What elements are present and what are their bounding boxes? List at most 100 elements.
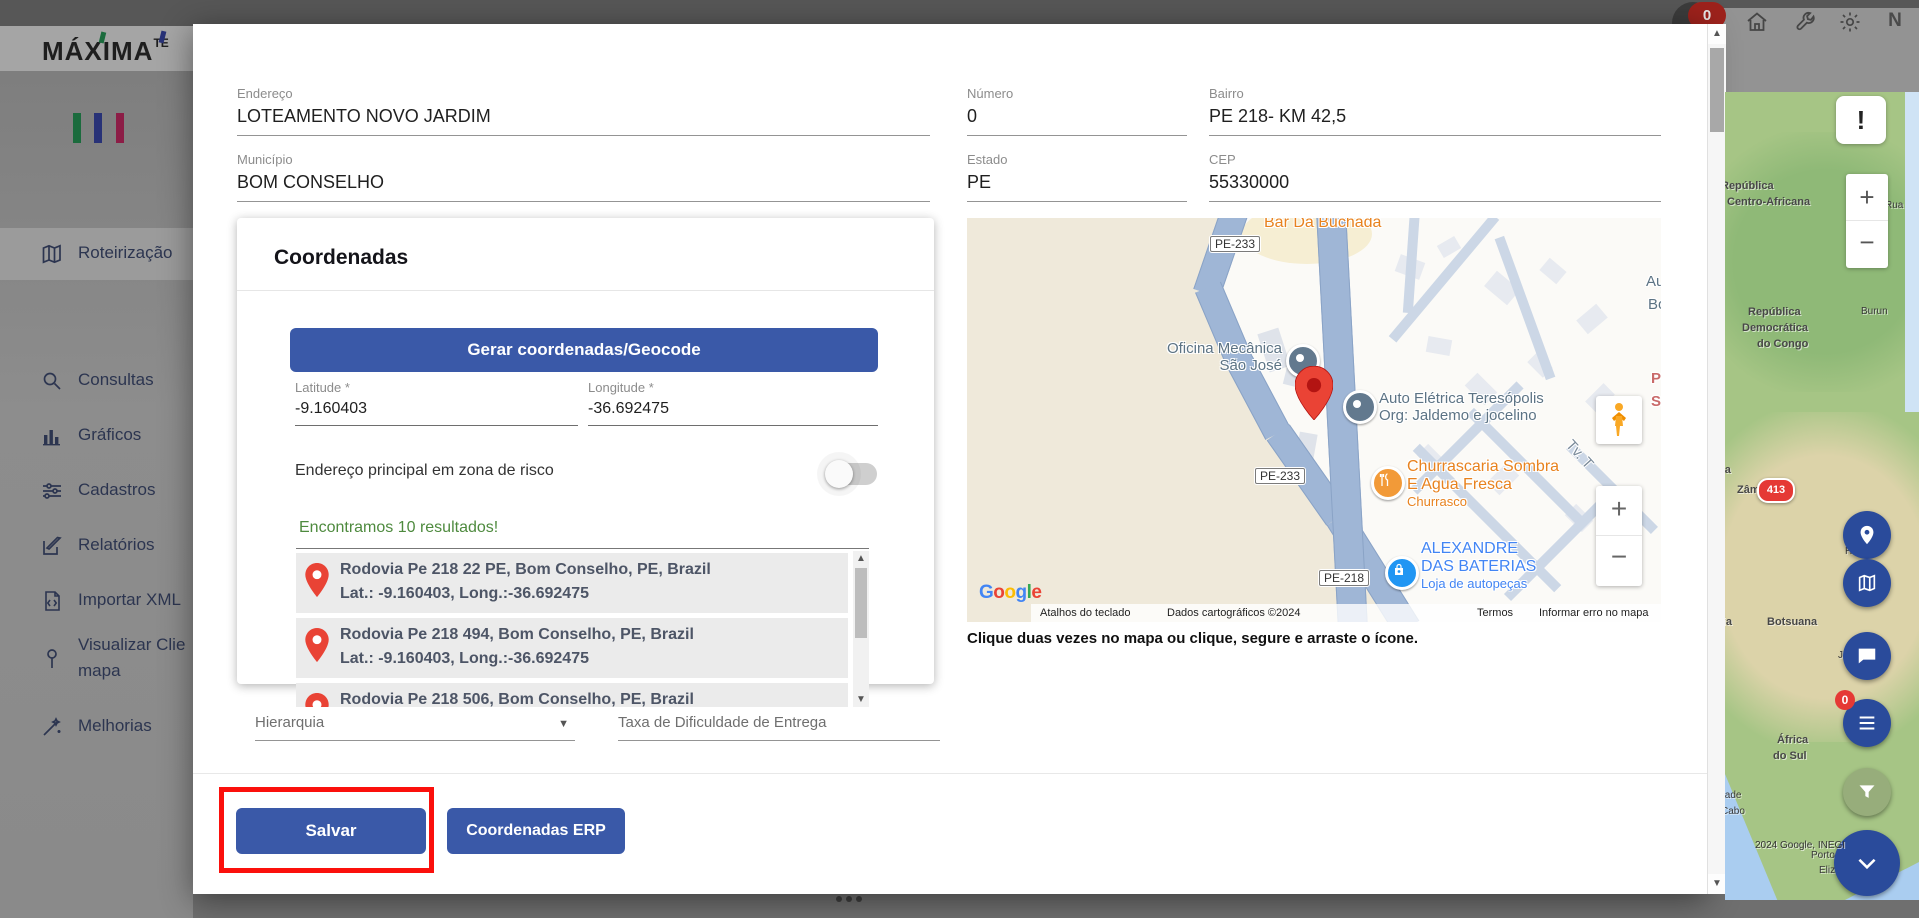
taxa-dificuldade-field[interactable]: Taxa de Dificuldade de Entrega — [618, 714, 940, 741]
sidebar-item-relatorios[interactable]: Relatórios — [0, 520, 193, 572]
field-cep: CEP 55330000 — [1209, 152, 1661, 202]
results-scrollbar[interactable]: ▲ ▼ — [853, 551, 869, 707]
geocode-button[interactable]: Gerar coordenadas/Geocode — [290, 328, 878, 372]
cluster-badge[interactable]: 413 — [1757, 478, 1795, 503]
map-label-city: Cabo — [1725, 806, 1745, 817]
navigation-icon[interactable]: N — [1884, 10, 1906, 34]
chat-icon — [1856, 645, 1878, 667]
map-building — [1426, 336, 1452, 356]
dot — [836, 896, 842, 902]
coordenadas-erp-button[interactable]: Coordenadas ERP — [447, 808, 625, 854]
result-item[interactable]: Rodovia Pe 218 22 PE, Bom Conselho, PE, … — [296, 553, 848, 613]
coordenadas-title: Coordenadas — [274, 246, 408, 270]
field-underline — [588, 425, 878, 426]
zoom-out-button[interactable]: − — [1846, 221, 1888, 267]
brand-bar-blue — [94, 113, 102, 143]
result-item[interactable]: Rodovia Pe 218 494, Bom Conselho, PE, Br… — [296, 618, 848, 678]
map-view-button[interactable] — [1843, 559, 1891, 607]
sidebar-item-graficos[interactable]: Gráficos — [0, 410, 193, 462]
brand-bar-green — [73, 113, 81, 143]
map-label-country: República — [1725, 180, 1774, 192]
map-label-country: Centro-Africana — [1727, 196, 1810, 208]
scroll-up-arrow[interactable]: ▲ — [1708, 24, 1726, 44]
sidebar-item-consultas[interactable]: Consultas — [0, 355, 193, 407]
map-label-country: Botsuana — [1767, 616, 1817, 628]
background-map-panel[interactable]: República Centro-Africana Rua República … — [1725, 92, 1919, 900]
map-label-oficina[interactable]: Oficina Mecânica São José — [1137, 340, 1282, 374]
restaurant-icon — [1378, 473, 1392, 487]
scroll-up-arrow[interactable]: ▲ — [853, 553, 869, 564]
pin-icon — [40, 647, 64, 671]
map-label-city: Porto — [1811, 850, 1835, 861]
map-label-country: do Sul — [1773, 750, 1807, 762]
zoom-out-button[interactable]: − — [1596, 536, 1642, 585]
map-region-forest — [1725, 132, 1919, 392]
terms-link[interactable]: Termos — [1477, 604, 1513, 622]
map-label-alexandre[interactable]: ALEXANDRE DAS BATERIAS Loja de autopeças — [1421, 540, 1536, 591]
modal-map[interactable]: PE-233 PE-233 PE-218 Bar Da Buchada Ofic… — [967, 218, 1661, 622]
field-label: Endereço — [237, 86, 930, 101]
chat-button[interactable] — [1843, 632, 1891, 680]
map-icon — [40, 242, 64, 266]
zoom-in-button[interactable]: + — [1596, 486, 1642, 536]
sidebar-item-melhorias[interactable]: Melhorias — [0, 701, 193, 753]
road-shield-pe233-2: PE-233 — [1255, 468, 1305, 484]
sidebar-item-importar-xml[interactable]: Importar XML — [0, 575, 193, 627]
draggable-marker-icon[interactable] — [1295, 366, 1333, 420]
field-underline — [618, 740, 940, 741]
latitude-field: Latitude * -9.160403 — [295, 380, 578, 426]
poi-circle-churrascaria[interactable] — [1371, 466, 1405, 500]
poi-circle-alexandre[interactable] — [1385, 556, 1419, 590]
alert-button[interactable]: ! — [1836, 96, 1886, 144]
modal-scrollbar[interactable]: ▲ ▼ — [1707, 24, 1726, 894]
gear-icon[interactable] — [1838, 10, 1862, 34]
chevron-down-icon: ▼ — [558, 718, 569, 730]
risk-toggle[interactable] — [825, 458, 885, 490]
sidebar-item-cadastros[interactable]: Cadastros — [0, 465, 193, 517]
scroll-down-arrow[interactable]: ▼ — [853, 694, 869, 705]
app-logo: MÁXIMATE — [42, 36, 169, 67]
field-value[interactable]: LOTEAMENTO NOVO JARDIM — [237, 106, 930, 127]
locate-button[interactable] — [1843, 511, 1891, 559]
edit-client-modal: Endereço LOTEAMENTO NOVO JARDIM Número 0… — [193, 24, 1707, 894]
map-label-city: Burun — [1861, 306, 1888, 317]
sidebar-item-roteirizacao[interactable]: Roteirização — [0, 228, 193, 280]
scrollbar-thumb[interactable] — [855, 568, 867, 638]
home-icon[interactable] — [1745, 10, 1769, 34]
keyboard-shortcuts-link[interactable]: Atalhos do teclado — [1040, 604, 1131, 622]
field-endereco: Endereço LOTEAMENTO NOVO JARDIM — [237, 86, 930, 136]
wrench-icon[interactable] — [1793, 10, 1817, 34]
result-item[interactable]: Rodovia Pe 218 506, Bom Conselho, PE, Br… — [296, 683, 848, 707]
pegman-control[interactable] — [1596, 396, 1642, 444]
bar-chart-icon — [40, 424, 64, 448]
edit-icon — [40, 534, 64, 558]
footer-divider — [193, 773, 1707, 774]
google-logo[interactable]: Google — [979, 582, 1041, 604]
scrollbar-thumb[interactable] — [1710, 48, 1724, 132]
top-strip — [0, 0, 1919, 26]
map-label-country: do Congo — [1757, 338, 1808, 350]
map-street — [1495, 236, 1556, 380]
shopping-bag-icon — [1392, 563, 1406, 577]
report-error-link[interactable]: Informar erro no mapa — [1539, 604, 1648, 622]
map-caption: Clique duas vezes no mapa ou clique, seg… — [967, 630, 1418, 647]
field-underline — [295, 425, 578, 426]
zoom-in-button[interactable]: + — [1846, 174, 1888, 221]
map-building — [1539, 258, 1566, 284]
hierarquia-select[interactable]: Hierarquia ▼ — [255, 714, 575, 741]
map-label-bar-da-buchada[interactable]: Bar Da Buchada — [1264, 218, 1381, 232]
location-pin-icon — [304, 628, 330, 662]
poi-circle-auto-eletrica[interactable] — [1343, 390, 1377, 424]
field-underline — [237, 135, 930, 136]
salvar-button[interactable]: Salvar — [236, 808, 426, 854]
map-label-auto-eletrica[interactable]: Auto Elétrica Teresópolis Org: Jaldemo e… — [1379, 390, 1544, 424]
divider — [237, 290, 934, 291]
sidebar-item-visualizar-clientes[interactable]: Visualizar Clie mapa — [0, 627, 193, 693]
pegman-icon — [1608, 402, 1630, 438]
brand-bar-crimson — [116, 113, 124, 143]
map-label-churrascaria[interactable]: Churrascaria Sombra E Agua Fresca Churra… — [1407, 458, 1559, 509]
scroll-down-arrow[interactable]: ▼ — [1708, 874, 1726, 894]
filter-button[interactable] — [1843, 768, 1891, 816]
map-label-cut-au: Au — [1646, 273, 1661, 290]
field-underline — [967, 201, 1187, 202]
